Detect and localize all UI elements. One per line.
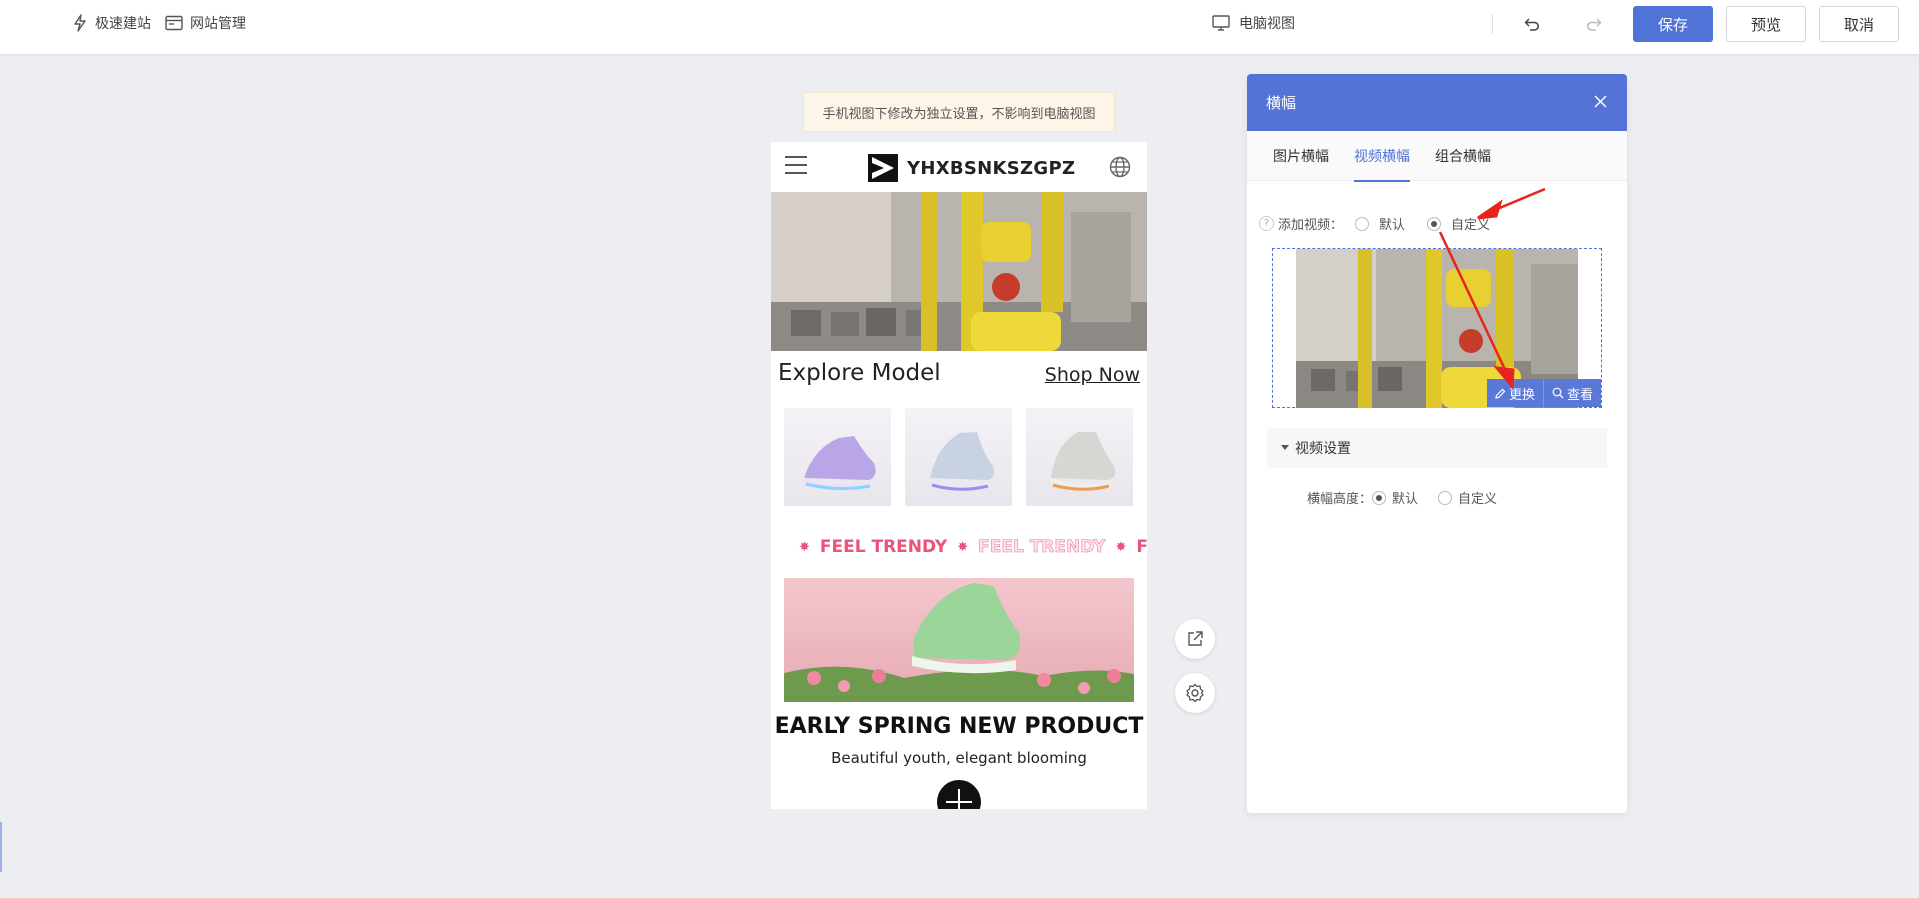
arrow-head bbox=[1493, 366, 1515, 390]
arrow-head bbox=[1477, 199, 1503, 220]
annotation-arrows bbox=[1438, 187, 1546, 390]
left-edge-marker bbox=[0, 822, 2, 872]
